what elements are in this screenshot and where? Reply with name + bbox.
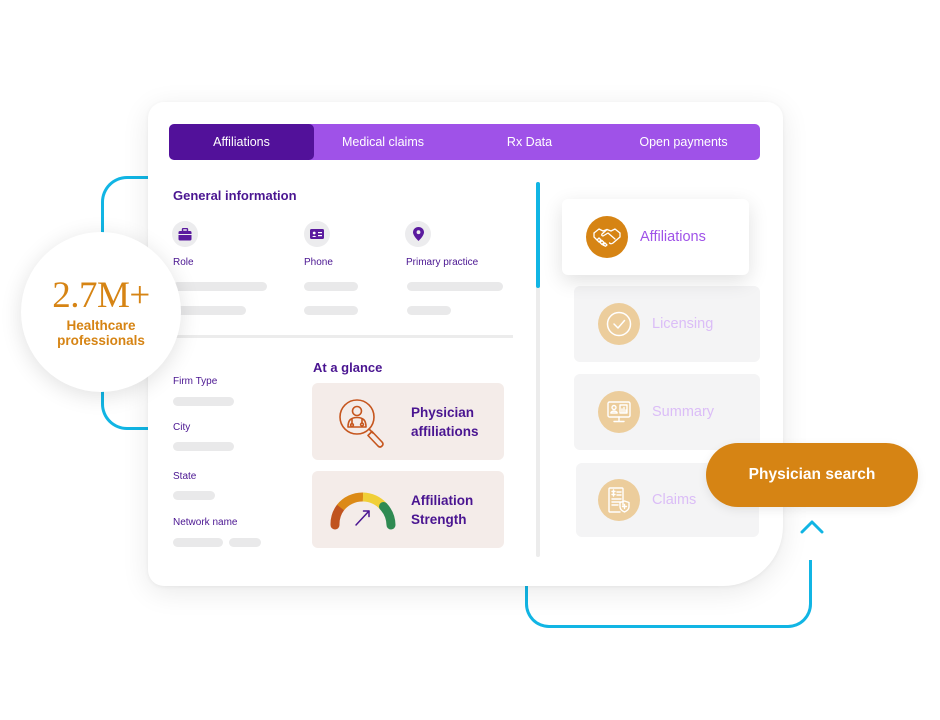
physician-affiliations-line2: affiliations: [411, 424, 479, 439]
city-value-placeholder: [173, 442, 234, 451]
sidebar-item-summary[interactable]: Summary: [574, 374, 760, 450]
sidebar-item-affiliations[interactable]: Affiliations: [562, 199, 749, 275]
tab-affiliations[interactable]: Affiliations: [169, 124, 314, 160]
sidebar-item-licensing[interactable]: Licensing: [574, 286, 760, 362]
sidebar-item-label: Summary: [652, 404, 715, 420]
affiliation-strength-line1: Affiliation: [411, 493, 474, 508]
role-value-placeholder: [173, 306, 246, 315]
phone-label: Phone: [304, 257, 333, 268]
phone-value-placeholder: [304, 282, 358, 291]
firm-type-value-placeholder: [173, 397, 234, 406]
location-pin-icon: [405, 221, 431, 247]
physician-affiliations-line1: Physician: [411, 405, 475, 420]
state-label: State: [173, 471, 197, 482]
stat-value: 2.7M+: [52, 275, 150, 316]
city-label: City: [173, 422, 191, 433]
general-information-title: General information: [173, 188, 297, 203]
sidebar-item-label: Affiliations: [640, 229, 706, 245]
stat-label-line2: professionals: [57, 333, 145, 348]
scrollbar[interactable]: [536, 182, 540, 557]
primary-practice-label: Primary practice: [406, 257, 479, 268]
tab-medical-claims[interactable]: Medical claims: [314, 124, 452, 160]
network-name-value-placeholder: [229, 538, 261, 547]
physician-search-button[interactable]: Physician search: [706, 443, 918, 507]
gauge-icon: [330, 492, 396, 530]
monitor-report-icon: [598, 391, 640, 433]
arrow-up-icon: [800, 520, 824, 534]
role-value-placeholder: [173, 282, 267, 291]
primary-practice-value-placeholder: [407, 306, 451, 315]
briefcase-icon: [172, 221, 198, 247]
stat-label-line1: Healthcare: [66, 318, 136, 333]
id-card-icon: [304, 221, 330, 247]
sidebar-item-label: Licensing: [652, 316, 714, 332]
stat-badge: 2.7M+ Healthcare professionals: [21, 232, 181, 392]
tab-rx-data[interactable]: Rx Data: [452, 124, 607, 160]
firm-type-label: Firm Type: [173, 376, 218, 387]
physician-search-icon: [339, 399, 384, 448]
tab-bar: Affiliations Medical claims Rx Data Open…: [169, 124, 760, 160]
state-value-placeholder: [173, 491, 215, 500]
affiliation-strength-line2: Strength: [411, 512, 467, 527]
network-name-label: Network name: [173, 517, 238, 528]
at-a-glance-title: At a glance: [313, 360, 383, 375]
network-name-value-placeholder: [173, 538, 223, 547]
primary-practice-value-placeholder: [407, 282, 503, 291]
profile-card: Affiliations Medical claims Rx Data Open…: [148, 102, 783, 586]
handshake-icon: [586, 216, 628, 258]
role-label: Role: [173, 257, 194, 268]
phone-value-placeholder: [304, 306, 358, 315]
claim-document-icon: [598, 479, 640, 521]
physician-affiliations-card[interactable]: Physician affiliations: [312, 383, 504, 460]
check-circle-icon: [598, 303, 640, 345]
tab-open-payments[interactable]: Open payments: [607, 124, 760, 160]
sidebar-item-label: Claims: [652, 492, 697, 508]
scrollbar-thumb[interactable]: [536, 182, 540, 288]
affiliation-strength-card[interactable]: Affiliation Strength: [312, 471, 504, 548]
section-divider: [148, 335, 513, 338]
